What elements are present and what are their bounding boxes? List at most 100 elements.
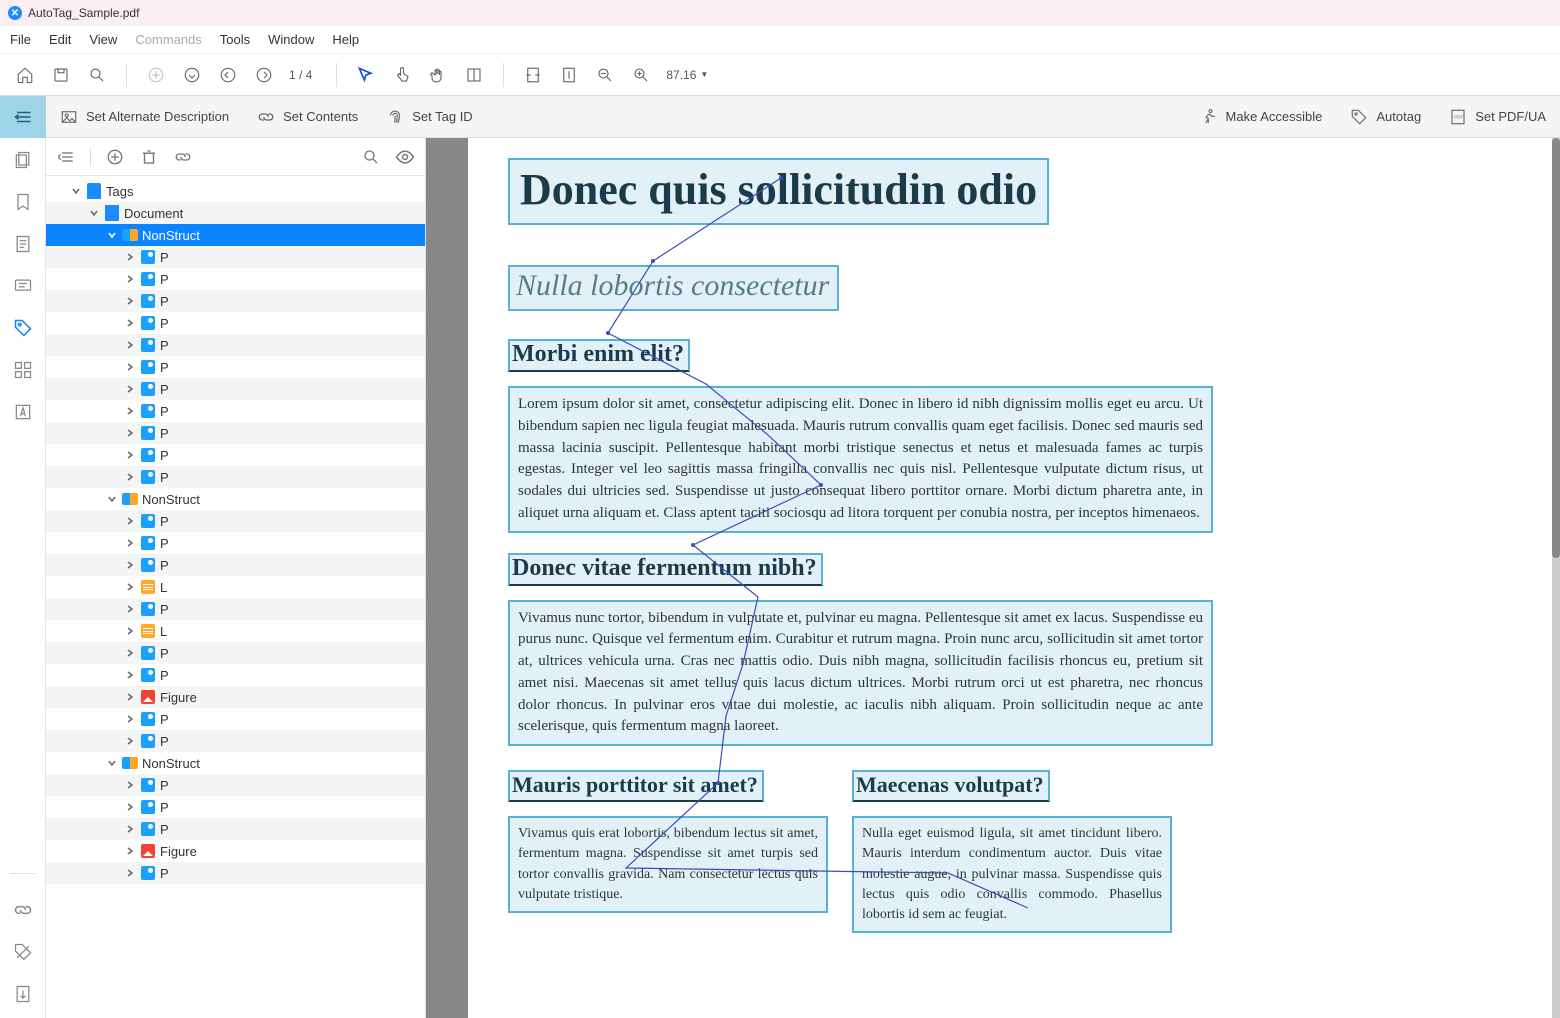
twisty-icon[interactable] xyxy=(124,339,136,351)
menu-help[interactable]: Help xyxy=(332,32,359,47)
tags-tree[interactable]: TagsDocumentNonStructPPPPPPPPPPPNonStruc… xyxy=(46,176,425,1018)
twisty-icon[interactable] xyxy=(106,229,118,241)
font-panel-icon[interactable] xyxy=(11,400,35,424)
tree-item-2-4[interactable]: P xyxy=(46,862,425,884)
tree-item-1-4[interactable]: P xyxy=(46,598,425,620)
doc-col1-heading[interactable]: Mauris porttitor sit amet? xyxy=(508,770,764,802)
twisty-icon[interactable] xyxy=(106,757,118,769)
doc-col2-heading[interactable]: Maecenas volutpat? xyxy=(852,770,1050,802)
tree-item-0-5[interactable]: P xyxy=(46,356,425,378)
add-node-icon[interactable] xyxy=(105,147,125,167)
twisty-icon[interactable] xyxy=(88,207,100,219)
fit-page-icon[interactable] xyxy=(558,64,580,86)
autotag-button[interactable]: Autotag xyxy=(1336,96,1435,138)
link-node-icon[interactable] xyxy=(173,147,193,167)
twisty-icon[interactable] xyxy=(106,493,118,505)
touch-tool-icon[interactable] xyxy=(391,64,413,86)
tree-document[interactable]: Document xyxy=(46,202,425,224)
tree-item-2-3[interactable]: Figure xyxy=(46,840,425,862)
tree-root[interactable]: Tags xyxy=(46,180,425,202)
first-page-icon[interactable] xyxy=(181,64,203,86)
tree-item-1-7[interactable]: P xyxy=(46,664,425,686)
tree-nonstruct-0[interactable]: NonStruct xyxy=(46,224,425,246)
twisty-icon[interactable] xyxy=(124,713,136,725)
set-pdfua-button[interactable]: PDFSet PDF/UA xyxy=(1435,96,1560,138)
panel-toggle-icon[interactable] xyxy=(0,96,46,138)
save-icon[interactable] xyxy=(50,64,72,86)
menu-edit[interactable]: Edit xyxy=(49,32,71,47)
twisty-icon[interactable] xyxy=(124,317,136,329)
twisty-icon[interactable] xyxy=(124,779,136,791)
export-icon[interactable] xyxy=(11,982,35,1006)
tree-item-1-5[interactable]: L xyxy=(46,620,425,642)
twisty-icon[interactable] xyxy=(124,603,136,615)
hand-tool-icon[interactable] xyxy=(427,64,449,86)
doc-col1-body[interactable]: Vivamus quis erat lobortis, bibendum lec… xyxy=(508,816,828,913)
tree-item-1-3[interactable]: L xyxy=(46,576,425,598)
twisty-icon[interactable] xyxy=(124,405,136,417)
tree-item-0-3[interactable]: P xyxy=(46,312,425,334)
tree-item-0-9[interactable]: P xyxy=(46,444,425,466)
set-alt-description-button[interactable]: Set Alternate Description xyxy=(46,96,243,138)
menu-commands[interactable]: Commands xyxy=(135,32,201,47)
twisty-icon[interactable] xyxy=(124,845,136,857)
twisty-icon[interactable] xyxy=(124,801,136,813)
tags-panel-icon[interactable] xyxy=(11,316,35,340)
tree-item-0-6[interactable]: P xyxy=(46,378,425,400)
content-panel-icon[interactable] xyxy=(11,232,35,256)
zoom-dropdown[interactable]: 87.16▼ xyxy=(666,68,708,82)
tree-item-0-0[interactable]: P xyxy=(46,246,425,268)
doc-section1-body[interactable]: Lorem ipsum dolor sit amet, consectetur … xyxy=(508,386,1213,533)
collapse-panel-icon[interactable] xyxy=(56,147,76,167)
add-page-icon[interactable] xyxy=(145,64,167,86)
delete-node-icon[interactable] xyxy=(139,147,159,167)
twisty-icon[interactable] xyxy=(124,559,136,571)
twisty-icon[interactable] xyxy=(124,449,136,461)
tree-item-1-10[interactable]: P xyxy=(46,730,425,752)
twisty-icon[interactable] xyxy=(124,823,136,835)
pages-panel-icon[interactable] xyxy=(11,148,35,172)
columns-icon[interactable] xyxy=(463,64,485,86)
twisty-icon[interactable] xyxy=(124,691,136,703)
tree-item-0-4[interactable]: P xyxy=(46,334,425,356)
twisty-icon[interactable] xyxy=(124,361,136,373)
validation-icon[interactable] xyxy=(11,940,35,964)
scrollbar-thumb[interactable] xyxy=(1552,138,1560,558)
order-panel-icon[interactable] xyxy=(11,358,35,382)
attachments-icon[interactable] xyxy=(11,898,35,922)
twisty-icon[interactable] xyxy=(124,427,136,439)
twisty-icon[interactable] xyxy=(124,735,136,747)
zoom-in-icon[interactable] xyxy=(630,64,652,86)
page-canvas[interactable]: Donec quis sollicitudin odio Nulla lobor… xyxy=(468,138,1552,1018)
tree-item-2-2[interactable]: P xyxy=(46,818,425,840)
tree-item-1-8[interactable]: Figure xyxy=(46,686,425,708)
prev-page-icon[interactable] xyxy=(217,64,239,86)
bookmarks-panel-icon[interactable] xyxy=(11,190,35,214)
set-tag-id-button[interactable]: Set Tag ID xyxy=(372,96,486,138)
doc-section2-heading[interactable]: Donec vitae fermentum nibh? xyxy=(508,553,823,586)
twisty-icon[interactable] xyxy=(124,625,136,637)
search-icon[interactable] xyxy=(86,64,108,86)
twisty-icon[interactable] xyxy=(124,647,136,659)
twisty-icon[interactable] xyxy=(124,581,136,593)
doc-h2[interactable]: Nulla lobortis consectetur xyxy=(508,265,839,311)
twisty-icon[interactable] xyxy=(124,295,136,307)
twisty-icon[interactable] xyxy=(124,383,136,395)
make-accessible-button[interactable]: Make Accessible xyxy=(1186,96,1337,138)
tree-item-1-6[interactable]: P xyxy=(46,642,425,664)
panel-search-icon[interactable] xyxy=(361,147,381,167)
twisty-icon[interactable] xyxy=(124,867,136,879)
tree-item-0-2[interactable]: P xyxy=(46,290,425,312)
set-contents-button[interactable]: Set Contents xyxy=(243,96,372,138)
tree-nonstruct-2[interactable]: NonStruct xyxy=(46,752,425,774)
home-icon[interactable] xyxy=(14,64,36,86)
tree-item-2-0[interactable]: P xyxy=(46,774,425,796)
menu-file[interactable]: File xyxy=(10,32,31,47)
tree-item-0-10[interactable]: P xyxy=(46,466,425,488)
twisty-icon[interactable] xyxy=(124,515,136,527)
tree-item-0-8[interactable]: P xyxy=(46,422,425,444)
twisty-icon[interactable] xyxy=(124,537,136,549)
doc-section1-heading[interactable]: Morbi enim elit? xyxy=(508,339,690,372)
menu-view[interactable]: View xyxy=(89,32,117,47)
twisty-icon[interactable] xyxy=(124,669,136,681)
